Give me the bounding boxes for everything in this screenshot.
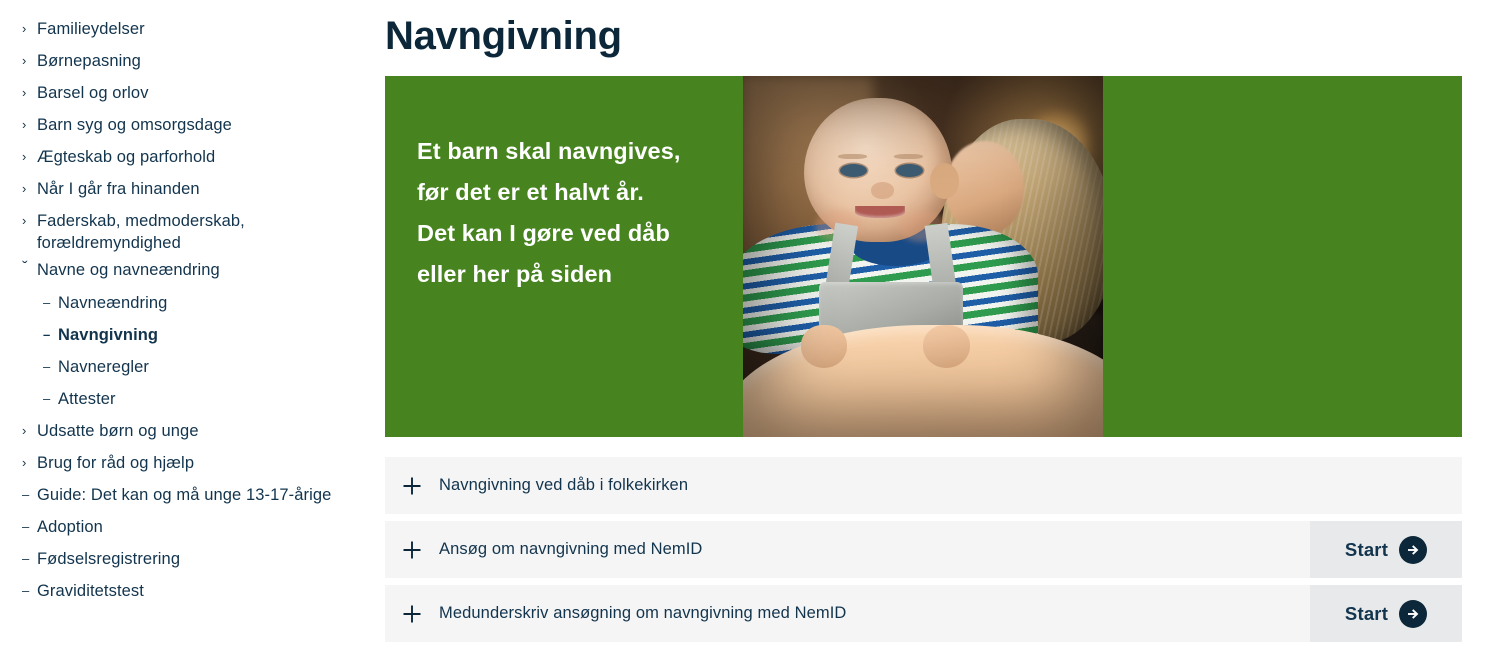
dash-icon: – — [43, 295, 51, 310]
accordion-header[interactable]: Navngivning ved dåb i folkekirken — [385, 457, 1462, 514]
chevron-right-icon: › — [22, 85, 27, 100]
dash-icon: – — [22, 551, 30, 566]
photo-baby-ear — [930, 162, 959, 199]
sidebar-item-label: Når I går fra hinanden — [37, 180, 200, 198]
sidebar-item-label: Navngivning — [58, 326, 159, 344]
sidebar-item-label: Barn syg og omsorgsdage — [37, 116, 232, 134]
accordion-row[interactable]: Medunderskriv ansøgning om navngivning m… — [385, 585, 1462, 642]
dash-icon: – — [43, 327, 51, 342]
sidebar-item-label: Graviditetstest — [37, 582, 144, 600]
sidebar-item-navne-og-navne-ndring[interactable]: ˇ Navne og navneændring — [0, 254, 385, 287]
accordion-row[interactable]: Navngivning ved dåb i folkekirken — [385, 457, 1462, 514]
arrow-right-icon — [1399, 599, 1428, 628]
photo-baby-hand-right — [923, 325, 970, 369]
sidebar-item-label: Fødselsregistrering — [37, 550, 181, 568]
start-button[interactable]: Start — [1310, 521, 1462, 578]
sidebar-item-b-rnepasning[interactable]: › Børnepasning — [0, 45, 385, 77]
sidebar-item-barn-syg-og-omsorgsdage[interactable]: › Barn syg og omsorgsdage — [0, 109, 385, 141]
chevron-right-icon: › — [22, 117, 27, 132]
hero-line-1: Et barn skal navngives, — [417, 138, 681, 164]
hero-photo-baby-and-woman — [743, 76, 1103, 437]
plus-icon — [385, 540, 439, 560]
hero-banner: Et barn skal navngives, før det er et ha… — [385, 76, 1462, 437]
sidebar-item-gteskab-og-parforhold[interactable]: › Ægteskab og parforhold — [0, 141, 385, 173]
dash-icon: – — [22, 519, 30, 534]
sidebar-item-familieydelser[interactable]: › Familieydelser — [0, 13, 385, 45]
start-button-label: Start — [1344, 602, 1389, 624]
accordion-row[interactable]: Ansøg om navngivning med NemID Start — [385, 521, 1462, 578]
sidebar-item-label: Barsel og orlov — [37, 84, 149, 102]
accordion-title: Ansøg om navngivning med NemID — [439, 540, 703, 558]
chevron-right-icon: › — [22, 21, 27, 36]
sidebar-item-label: Guide: Det kan og må unge 13-17-årige — [37, 486, 332, 504]
chevron-down-icon: ˇ — [22, 258, 28, 277]
sidebar-item-faderskab-medmoderskab-for-ldremyndighed[interactable]: › Faderskab, medmoderskab, forældremyndig… — [0, 205, 385, 254]
dash-icon: – — [22, 583, 30, 598]
start-button-label: Start — [1344, 538, 1389, 560]
hero-line-4: eller her på siden — [417, 261, 613, 287]
sidebar-item-graviditetstest[interactable]: – Graviditetstest — [0, 575, 385, 607]
sidebar-item-label: Navneregler — [58, 358, 149, 376]
accordion-title: Medunderskriv ansøgning om navngivning m… — [439, 604, 847, 622]
accordion-list: Navngivning ved dåb i folkekirken Ansøg o… — [385, 457, 1462, 642]
hero-line-3: Det kan I gøre ved dåb — [417, 220, 670, 246]
accordion-header[interactable]: Medunderskriv ansøgning om navngivning m… — [385, 585, 1310, 642]
chevron-right-icon: › — [22, 423, 27, 438]
sidebar-item-label: Børnepasning — [37, 52, 141, 70]
sidebar-navigation: › Familieydelser › Børnepasning › Barsel og o… — [0, 0, 385, 651]
sidebar-item-label: Navne og navneændring — [37, 261, 220, 279]
main-content: Navngivning Et barn skal navngives, før … — [385, 0, 1485, 651]
arrow-right-icon — [1399, 535, 1428, 564]
accordion-title: Navngivning ved dåb i folkekirken — [439, 476, 689, 494]
chevron-right-icon: › — [22, 213, 27, 228]
chevron-right-icon: › — [22, 149, 27, 164]
plus-icon — [385, 476, 439, 496]
chevron-right-icon: › — [22, 455, 27, 470]
sidebar-item-label: Udsatte børn og unge — [37, 422, 199, 440]
sidebar-item-guide-det-kan-og-m-unge-13-17-rige[interactable]: – Guide: Det kan og må unge 13-17-årige — [0, 479, 385, 511]
sidebar-item-navne-ndring[interactable]: – Navneændring — [0, 287, 385, 319]
photo-baby-nose — [870, 182, 895, 199]
sidebar-item-udsatte-b-rn-og-unge[interactable]: › Udsatte børn og unge — [0, 415, 385, 447]
sidebar-item-n-r-i-g-r-fra-hinanden[interactable]: › Når I går fra hinanden — [0, 173, 385, 205]
sidebar-item-attester[interactable]: – Attester — [0, 383, 385, 415]
chevron-right-icon: › — [22, 53, 27, 68]
sidebar-item-label: Faderskab, medmoderskab, forældremyndigh… — [37, 212, 245, 252]
sidebar-item-brug-for-r-d-og-hj-lp[interactable]: › Brug for råd og hjælp — [0, 447, 385, 479]
page-title: Navngivning — [385, 14, 622, 58]
photo-baby-mouth — [854, 205, 905, 218]
sidebar-item-label: Attester — [58, 390, 116, 408]
sidebar-item-label: Ægteskab og parforhold — [37, 148, 216, 166]
sidebar-item-navngivning[interactable]: – Navngivning — [0, 319, 385, 351]
plus-icon — [385, 604, 439, 624]
sidebar-item-adoption[interactable]: – Adoption — [0, 511, 385, 543]
accordion-header[interactable]: Ansøg om navngivning med NemID — [385, 521, 1310, 578]
sidebar-item-label: Adoption — [37, 518, 103, 536]
dash-icon: – — [43, 359, 51, 374]
sidebar-item-navneregler[interactable]: – Navneregler — [0, 351, 385, 383]
dash-icon: – — [22, 487, 30, 502]
sidebar-item-label: Navneændring — [58, 294, 168, 312]
hero-green-filler — [1103, 76, 1462, 437]
sidebar-item-label: Brug for råd og hjælp — [37, 454, 195, 472]
sidebar-item-barsel-og-orlov[interactable]: › Barsel og orlov — [0, 77, 385, 109]
sidebar-item-f-dselsregistrering[interactable]: – Fødselsregistrering — [0, 543, 385, 575]
hero-line-2: før det er et halvt år. — [417, 179, 644, 205]
hero-text-block: Et barn skal navngives, før det er et ha… — [385, 76, 743, 437]
dash-icon: – — [43, 391, 51, 406]
sidebar-item-label: Familieydelser — [37, 20, 145, 38]
page-root: › Familieydelser › Børnepasning › Barsel og o… — [0, 0, 1485, 651]
chevron-right-icon: › — [22, 181, 27, 196]
start-button[interactable]: Start — [1310, 585, 1462, 642]
